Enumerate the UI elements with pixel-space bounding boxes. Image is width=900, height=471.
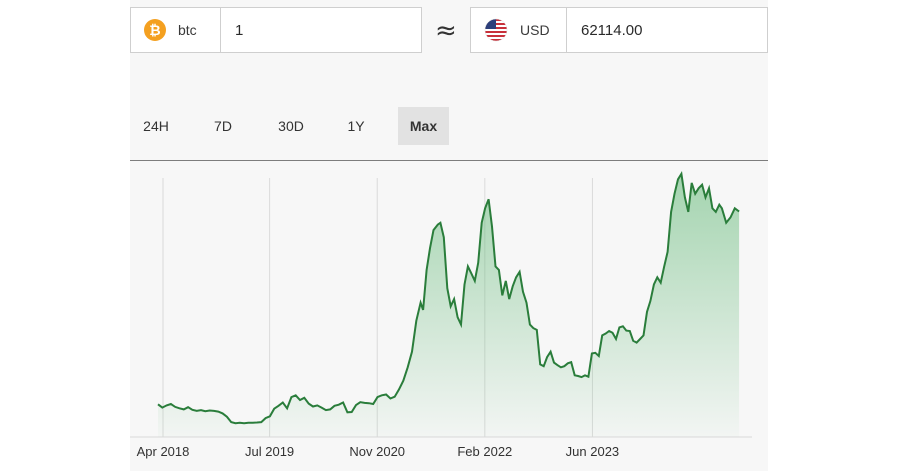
x-tick-label: Nov 2020: [349, 444, 405, 459]
x-tick-label: Jun 2023: [566, 444, 620, 459]
price-chart: Apr 2018 Jul 2019 Nov 2020 Feb 2022 Jun 2023: [130, 170, 752, 459]
x-tick-label: Jul 2019: [245, 444, 294, 459]
price-area-fill: [158, 173, 740, 438]
x-tick-label: Feb 2022: [457, 444, 512, 459]
x-tick-label: Apr 2018: [137, 444, 190, 459]
